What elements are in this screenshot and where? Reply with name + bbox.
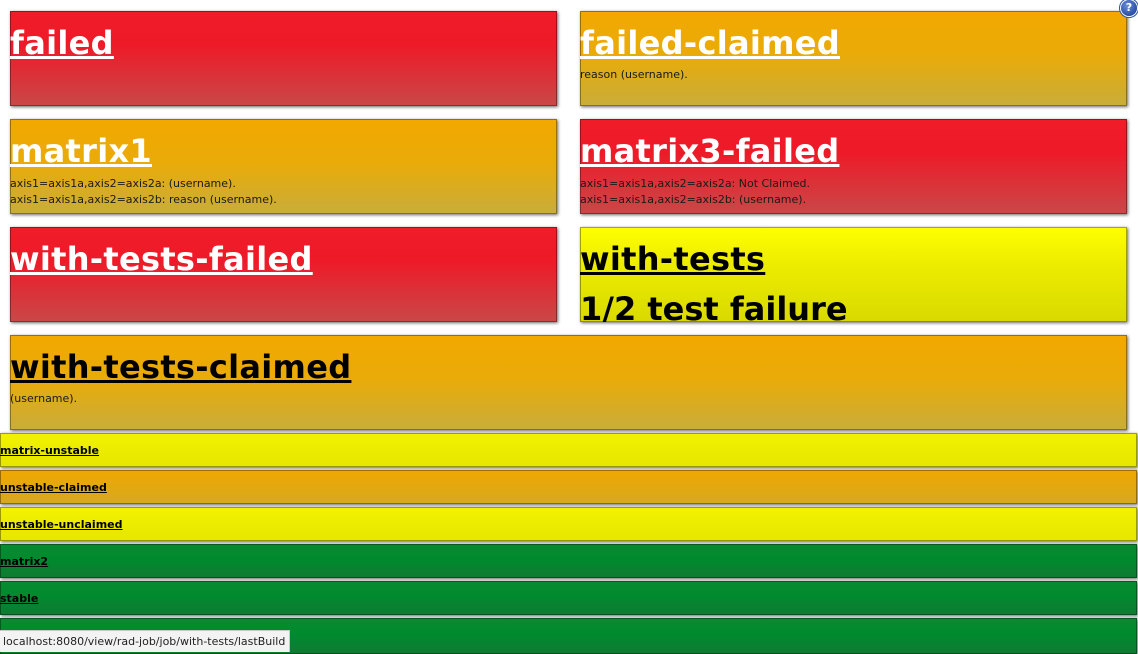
job-link-failed-claimed[interactable]: failed-claimed	[580, 11, 1127, 61]
job-link-matrix2[interactable]: matrix2	[0, 555, 1137, 569]
job-link-matrix1[interactable]: matrix1	[10, 119, 557, 169]
job-tile-failed: failed	[10, 11, 557, 106]
job-tile-failed-claimed: failed-claimed reason (username).	[580, 11, 1127, 106]
radiator-view: failed failed-claimed reason (username).…	[0, 0, 1138, 654]
browser-status-bar: localhost:8080/view/rad-job/job/with-tes…	[0, 630, 291, 652]
job-tile-with-tests: with-tests 1/2 test failure	[580, 227, 1127, 322]
job-link-with-tests[interactable]: with-tests	[580, 227, 1127, 277]
claim-text: axis1=axis1a,axis2=axis2a: Not Claimed.	[580, 177, 811, 190]
job-link-matrix3-failed[interactable]: matrix3-failed	[580, 119, 1127, 169]
job-row-unstable-claimed: unstable-claimed	[0, 470, 1137, 504]
job-tile-matrix3-failed: matrix3-failed axis1=axis1a,axis2=axis2a…	[580, 119, 1127, 214]
job-row-matrix-unstable: matrix-unstable	[0, 433, 1137, 467]
job-tile-with-tests-failed: with-tests-failed	[10, 227, 557, 322]
job-link-with-tests-failed[interactable]: with-tests-failed	[10, 227, 557, 277]
job-link-unstable-unclaimed[interactable]: unstable-unclaimed	[0, 518, 1137, 532]
claim-text: axis1=axis1a,axis2=axis2a: (username).	[10, 177, 236, 190]
claim-text: axis1=axis1a,axis2=axis2b: (username).	[580, 193, 807, 206]
job-row-unstable-unclaimed: unstable-unclaimed	[0, 507, 1137, 541]
job-link-with-tests-claimed[interactable]: with-tests-claimed	[10, 335, 1127, 385]
job-row-matrix2: matrix2	[0, 544, 1137, 578]
job-link-stable[interactable]: stable	[0, 592, 1137, 606]
status-url: localhost:8080/view/rad-job/job/with-tes…	[3, 635, 286, 648]
test-failure-count: 1/2 test failure	[580, 290, 848, 322]
job-link-matrix-unstable[interactable]: matrix-unstable	[0, 444, 1137, 458]
help-icon[interactable]: ?	[1121, 0, 1137, 16]
job-tile-matrix1: matrix1 axis1=axis1a,axis2=axis2a: (user…	[10, 119, 557, 214]
job-row-stable: stable	[0, 581, 1137, 615]
job-link-unstable-claimed[interactable]: unstable-claimed	[0, 481, 1137, 495]
claim-text: (username).	[10, 392, 78, 405]
claim-text: reason (username).	[580, 68, 688, 81]
claim-text: axis1=axis1a,axis2=axis2b: reason (usern…	[10, 193, 277, 206]
job-link-failed[interactable]: failed	[10, 11, 557, 61]
job-tile-with-tests-claimed: with-tests-claimed (username).	[10, 335, 1127, 430]
